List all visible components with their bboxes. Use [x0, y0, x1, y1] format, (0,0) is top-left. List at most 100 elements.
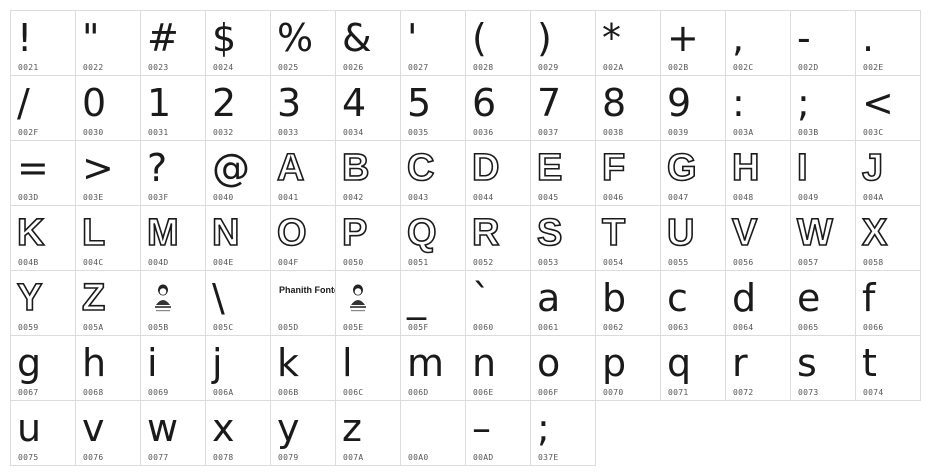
glyph-cell[interactable]: u 0075	[10, 400, 76, 466]
glyph-cell[interactable]: z 007A	[335, 400, 401, 466]
glyph-cell[interactable]: m 006D	[400, 335, 466, 401]
glyph-codepoint: 0073	[798, 388, 819, 397]
glyph-cell[interactable]: r 0072	[725, 335, 791, 401]
glyph-cell[interactable]: d 0064	[725, 270, 791, 336]
glyph-cell[interactable]: #0023	[140, 10, 206, 76]
glyph-cell[interactable]: A 0041	[270, 140, 336, 206]
glyph-codepoint: 002B	[668, 63, 689, 72]
glyph-cell[interactable]: l 006C	[335, 335, 401, 401]
glyph-cell[interactable]: U 0055	[660, 205, 726, 271]
glyph-cell[interactable]: ) 0029	[530, 10, 596, 76]
glyph-cell[interactable]: - 002D	[790, 10, 856, 76]
glyph-cell[interactable]: P 0050	[335, 205, 401, 271]
glyph-cell[interactable]: 6 0036	[465, 75, 531, 141]
glyph-cell[interactable]: +002B	[660, 10, 726, 76]
glyph-cell[interactable]: S 0053	[530, 205, 596, 271]
glyph-cell[interactable]: F 0046	[595, 140, 661, 206]
glyph-cell[interactable]: g 0067	[10, 335, 76, 401]
glyph-cell[interactable]: c 0063	[660, 270, 726, 336]
glyph-cell[interactable]: x 0078	[205, 400, 271, 466]
glyph-cell[interactable]: o 006F	[530, 335, 596, 401]
glyph-cell[interactable]: 005B	[140, 270, 206, 336]
glyph-cell[interactable]: 7 0037	[530, 75, 596, 141]
glyph-cell[interactable]: w 0077	[140, 400, 206, 466]
glyph-cell[interactable]: @0040	[205, 140, 271, 206]
glyph-cell[interactable]: i 0069	[140, 335, 206, 401]
glyph-cell[interactable]: V 0056	[725, 205, 791, 271]
glyph-cell[interactable]: >003E	[75, 140, 141, 206]
glyph-cell[interactable]: (0028	[465, 10, 531, 76]
glyph-cell[interactable]: E 0045	[530, 140, 596, 206]
glyph-cell[interactable]: <003C	[855, 75, 921, 141]
glyph-cell[interactable]: 1 0031	[140, 75, 206, 141]
glyph-cell[interactable]: _ 005F	[400, 270, 466, 336]
glyph-cell[interactable]: . 002E	[855, 10, 921, 76]
glyph-cell[interactable]: Phanith Fontdesigner 005D	[270, 270, 336, 336]
glyph-char: H	[731, 146, 760, 190]
glyph-cell[interactable]: " 0022	[75, 10, 141, 76]
glyph-cell[interactable]: 3 0033	[270, 75, 336, 141]
glyph-cell[interactable]: 005E	[335, 270, 401, 336]
glyph-cell[interactable]: 00A0	[400, 400, 466, 466]
glyph-cell[interactable]: , 002C	[725, 10, 791, 76]
glyph-cell[interactable]: : 003A	[725, 75, 791, 141]
glyph-char: O	[276, 211, 307, 255]
glyph-cell[interactable]: N 004E	[205, 205, 271, 271]
glyph-cell[interactable]: L 004C	[75, 205, 141, 271]
glyph-cell[interactable]: f 0066	[855, 270, 921, 336]
glyph-cell[interactable]: 9 0039	[660, 75, 726, 141]
glyph-cell[interactable]: W 0057	[790, 205, 856, 271]
glyph-cell[interactable]: j 006A	[205, 335, 271, 401]
glyph-cell[interactable]: % 0025	[270, 10, 336, 76]
glyph-codepoint: 005A	[83, 323, 104, 332]
glyph-cell[interactable]: C 0043	[400, 140, 466, 206]
glyph-cell[interactable]: k 006B	[270, 335, 336, 401]
glyph-cell[interactable]: Y 0059	[10, 270, 76, 336]
glyph-cell[interactable]: – 00AD	[465, 400, 531, 466]
glyph-cell[interactable]: G 0047	[660, 140, 726, 206]
glyph-cell[interactable]: a 0061	[530, 270, 596, 336]
glyph-cell[interactable]: \ 005C	[205, 270, 271, 336]
glyph-cell[interactable]: h 0068	[75, 335, 141, 401]
glyph-cell[interactable]: $0024	[205, 10, 271, 76]
glyph-cell[interactable]: ` 0060	[465, 270, 531, 336]
glyph-cell[interactable]: ; 003B	[790, 75, 856, 141]
glyph-cell[interactable]: T 0054	[595, 205, 661, 271]
glyph-cell[interactable]: e 0065	[790, 270, 856, 336]
glyph-cell[interactable]: t 0074	[855, 335, 921, 401]
glyph-char: 7	[537, 81, 562, 125]
glyph-cell[interactable]: ' 0027	[400, 10, 466, 76]
glyph-cell[interactable]: ? 003F	[140, 140, 206, 206]
glyph-cell[interactable]: * 002A	[595, 10, 661, 76]
glyph-cell[interactable]: n 006E	[465, 335, 531, 401]
glyph-cell[interactable]: M 004D	[140, 205, 206, 271]
glyph-cell[interactable]: 8 0038	[595, 75, 661, 141]
glyph-cell[interactable]: = 003D	[10, 140, 76, 206]
glyph-cell[interactable]: O 004F	[270, 205, 336, 271]
glyph-cell[interactable]: R 0052	[465, 205, 531, 271]
glyph-cell[interactable]: K 004B	[10, 205, 76, 271]
glyph-cell[interactable]: 0 0030	[75, 75, 141, 141]
glyph-cell[interactable]: D 0044	[465, 140, 531, 206]
glyph-cell[interactable]: b 0062	[595, 270, 661, 336]
glyph-cell[interactable]: 2 0032	[205, 75, 271, 141]
glyph-cell[interactable]: q 0071	[660, 335, 726, 401]
glyph-cell[interactable]: p 0070	[595, 335, 661, 401]
glyph-cell[interactable]: 5 0035	[400, 75, 466, 141]
glyph-cell[interactable]: v 0076	[75, 400, 141, 466]
glyph-cell[interactable]: I 0049	[790, 140, 856, 206]
glyph-cell[interactable]: Z 005A	[75, 270, 141, 336]
glyph-cell[interactable]: y 0079	[270, 400, 336, 466]
glyph-codepoint: 004B	[18, 258, 39, 267]
glyph-cell[interactable]: Q 0051	[400, 205, 466, 271]
glyph-cell[interactable]: & 0026	[335, 10, 401, 76]
glyph-cell[interactable]: X 0058	[855, 205, 921, 271]
glyph-cell[interactable]: 4 0034	[335, 75, 401, 141]
glyph-cell[interactable]: ; 037E	[530, 400, 596, 466]
glyph-cell[interactable]: / 002F	[10, 75, 76, 141]
glyph-cell[interactable]: J 004A	[855, 140, 921, 206]
glyph-cell[interactable]: ! 0021	[10, 10, 76, 76]
glyph-cell[interactable]: H 0048	[725, 140, 791, 206]
glyph-cell[interactable]: s 0073	[790, 335, 856, 401]
glyph-cell[interactable]: B 0042	[335, 140, 401, 206]
